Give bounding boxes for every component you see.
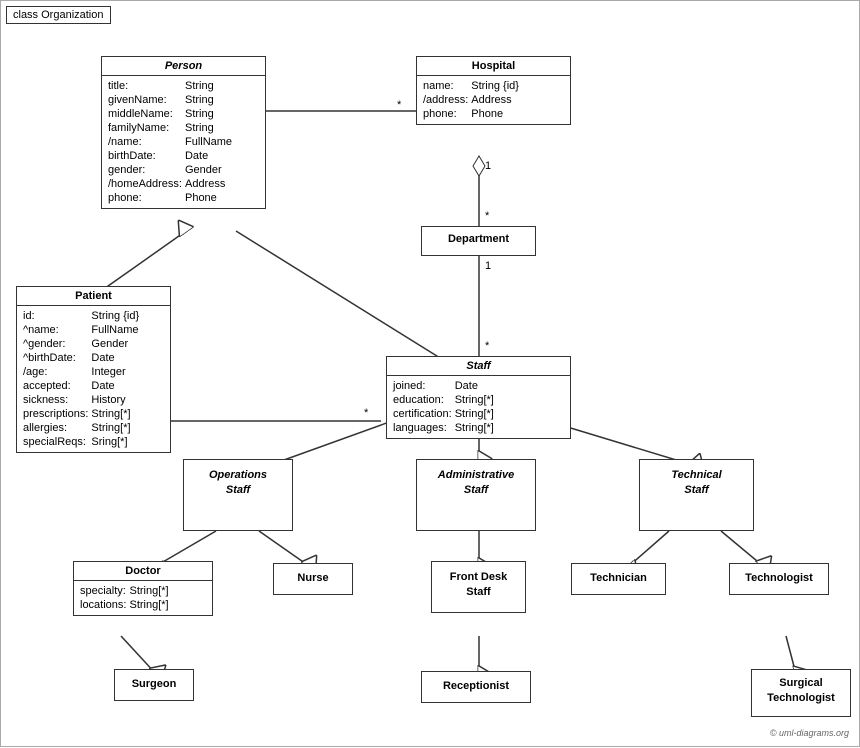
svg-text:1: 1 <box>485 260 491 272</box>
table-row: ^gender:Gender <box>23 337 142 351</box>
table-row: givenName:String <box>108 93 235 107</box>
table-row: ^name:FullName <box>23 323 142 337</box>
class-surgical-technologist: SurgicalTechnologist <box>751 669 851 717</box>
class-doctor-body: specialty:String[*] locations:String[*] <box>74 581 212 615</box>
table-row: /address:Address <box>423 93 522 107</box>
class-doctor-header: Doctor <box>74 562 212 581</box>
table-row: phone:Phone <box>108 191 235 205</box>
class-surgeon-header: Surgeon <box>115 670 193 698</box>
class-receptionist: Receptionist <box>421 671 531 703</box>
table-row: specialReqs:Sring[*] <box>23 435 142 449</box>
table-row: joined:Date <box>393 379 497 393</box>
table-row: phone:Phone <box>423 107 522 121</box>
class-surgeon: Surgeon <box>114 669 194 701</box>
svg-text:*: * <box>364 407 369 419</box>
class-operations-staff-header: OperationsStaff <box>184 460 292 507</box>
class-technologist: Technologist <box>729 563 829 595</box>
table-row: /homeAddress:Address <box>108 177 235 191</box>
table-row: ^birthDate:Date <box>23 351 142 365</box>
class-patient: Patient id:String {id} ^name:FullName ^g… <box>16 286 171 453</box>
class-surgical-technologist-header: SurgicalTechnologist <box>752 670 850 713</box>
class-technician: Technician <box>571 563 666 595</box>
table-row: middleName:String <box>108 107 235 121</box>
table-row: prescriptions:String[*] <box>23 407 142 421</box>
class-person-header: Person <box>102 57 265 76</box>
table-row: birthDate:Date <box>108 149 235 163</box>
table-row: locations:String[*] <box>80 598 172 612</box>
class-staff-body: joined:Date education:String[*] certific… <box>387 376 570 438</box>
table-row: languages:String[*] <box>393 421 497 435</box>
class-receptionist-header: Receptionist <box>422 672 530 700</box>
table-row: specialty:String[*] <box>80 584 172 598</box>
class-hospital-body: name:String {id} /address:Address phone:… <box>417 76 570 124</box>
class-administrative-staff-header: AdministrativeStaff <box>417 460 535 507</box>
class-department-header: Department <box>422 227 535 251</box>
table-row: id:String {id} <box>23 309 142 323</box>
class-administrative-staff: AdministrativeStaff <box>416 459 536 531</box>
svg-text:*: * <box>485 210 490 222</box>
table-row: gender:Gender <box>108 163 235 177</box>
svg-text:*: * <box>485 340 490 352</box>
table-row: sickness:History <box>23 393 142 407</box>
class-doctor: Doctor specialty:String[*] locations:Str… <box>73 561 213 616</box>
table-row: title:String <box>108 79 235 93</box>
class-front-desk-staff-header: Front DeskStaff <box>432 562 525 609</box>
class-person-body: title:String givenName:String middleName… <box>102 76 265 208</box>
class-patient-header: Patient <box>17 287 170 306</box>
table-row: /name:FullName <box>108 135 235 149</box>
table-row: accepted:Date <box>23 379 142 393</box>
class-hospital: Hospital name:String {id} /address:Addre… <box>416 56 571 125</box>
class-hospital-header: Hospital <box>417 57 570 76</box>
diagram-title: class Organization <box>6 6 111 24</box>
class-technical-staff-header: TechnicalStaff <box>640 460 753 507</box>
table-row: name:String {id} <box>423 79 522 93</box>
diagram-container: class Organization * * 1 * 1 <box>0 0 860 747</box>
class-front-desk-staff: Front DeskStaff <box>431 561 526 613</box>
table-row: /age:Integer <box>23 365 142 379</box>
class-nurse: Nurse <box>273 563 353 595</box>
class-patient-body: id:String {id} ^name:FullName ^gender:Ge… <box>17 306 170 452</box>
class-staff-header: Staff <box>387 357 570 376</box>
class-technician-header: Technician <box>572 564 665 592</box>
table-row: certification:String[*] <box>393 407 497 421</box>
class-nurse-header: Nurse <box>274 564 352 592</box>
class-department: Department <box>421 226 536 256</box>
class-operations-staff: OperationsStaff <box>183 459 293 531</box>
class-staff: Staff joined:Date education:String[*] ce… <box>386 356 571 439</box>
table-row: allergies:String[*] <box>23 421 142 435</box>
table-row: education:String[*] <box>393 393 497 407</box>
table-row: familyName:String <box>108 121 235 135</box>
class-technical-staff: TechnicalStaff <box>639 459 754 531</box>
svg-text:*: * <box>397 99 402 111</box>
copyright: © uml-diagrams.org <box>770 728 849 738</box>
class-person: Person title:String givenName:String mid… <box>101 56 266 209</box>
class-technologist-header: Technologist <box>730 564 828 592</box>
svg-text:1: 1 <box>485 160 491 172</box>
